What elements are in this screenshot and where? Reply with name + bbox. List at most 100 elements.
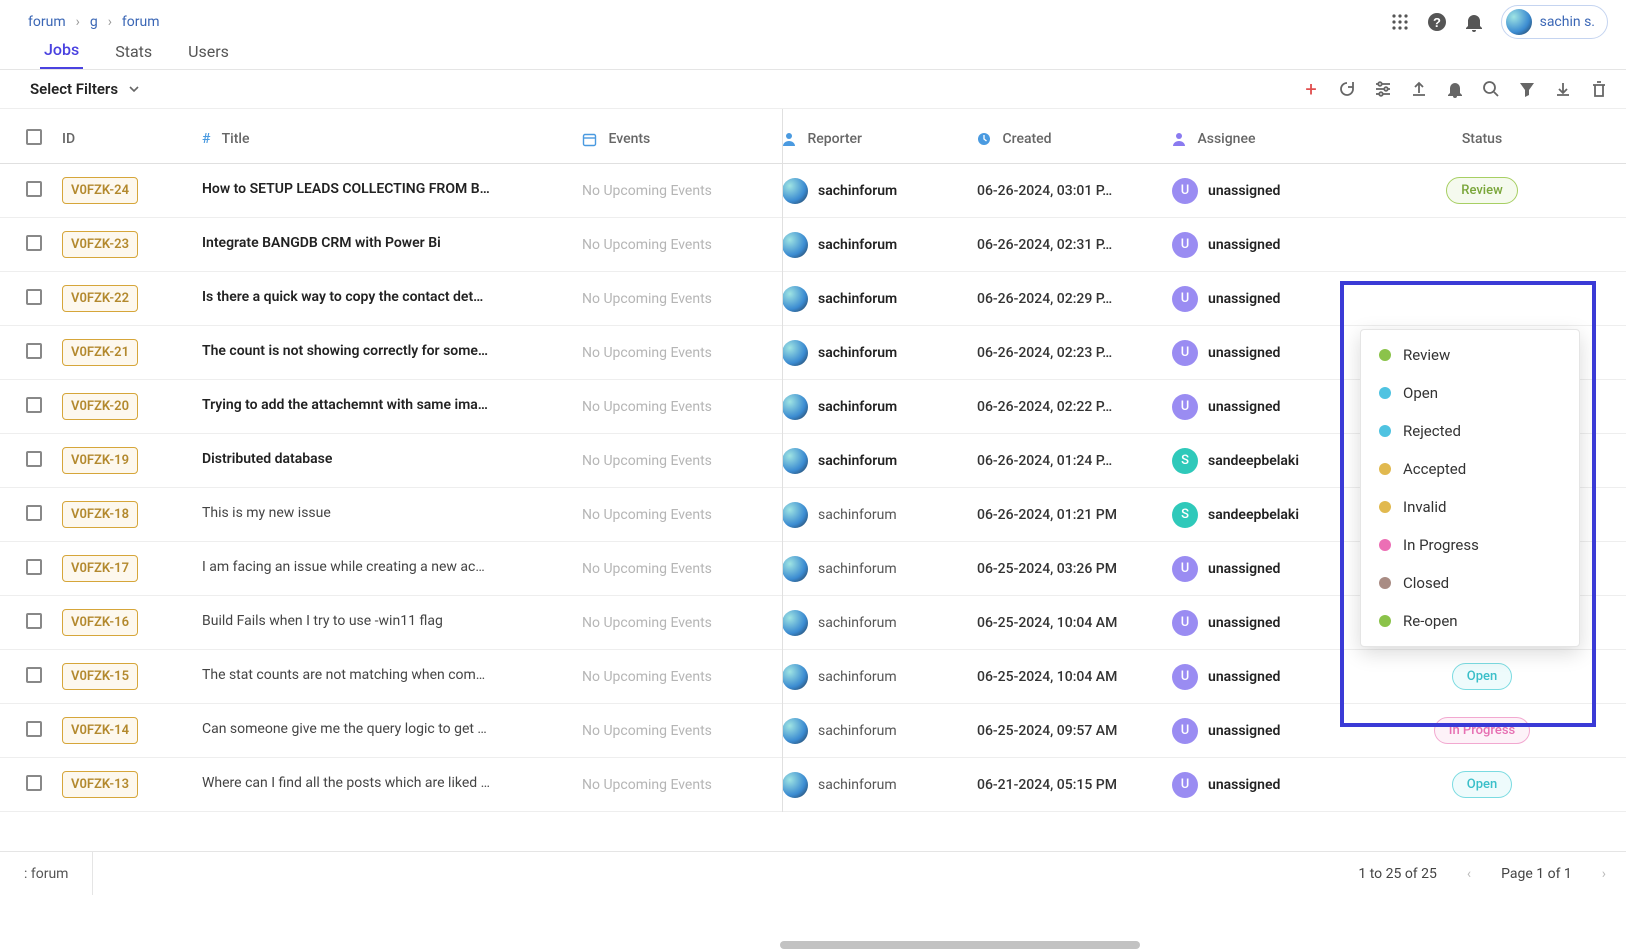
- row-title[interactable]: How to SETUP LEADS COLLECTING FROM B…: [202, 181, 490, 197]
- row-checkbox[interactable]: [26, 559, 42, 575]
- assignee-name[interactable]: sandeepbelaki: [1208, 453, 1299, 469]
- status-pill[interactable]: Review: [1446, 177, 1517, 204]
- breadcrumb-item[interactable]: forum: [122, 14, 160, 30]
- status-option[interactable]: Invalid: [1361, 488, 1579, 526]
- assignee-name[interactable]: unassigned: [1208, 723, 1280, 739]
- id-badge[interactable]: V0FZK-19: [62, 447, 138, 474]
- status-option[interactable]: Re-open: [1361, 602, 1579, 640]
- filter-icon[interactable]: [1518, 80, 1536, 98]
- row-checkbox[interactable]: [26, 721, 42, 737]
- row-checkbox[interactable]: [26, 289, 42, 305]
- bell-icon[interactable]: [1465, 12, 1483, 32]
- col-status[interactable]: Status: [1392, 131, 1572, 147]
- row-title[interactable]: The count is not showing correctly for s…: [202, 343, 488, 359]
- row-title[interactable]: Build Fails when I try to use -win11 fla…: [202, 613, 443, 629]
- reporter-name[interactable]: sachinforum: [818, 669, 897, 685]
- assignee-name[interactable]: unassigned: [1208, 291, 1280, 307]
- row-checkbox[interactable]: [26, 613, 42, 629]
- id-badge[interactable]: V0FZK-14: [62, 717, 138, 744]
- assignee-name[interactable]: sandeepbelaki: [1208, 507, 1299, 523]
- reporter-name[interactable]: sachinforum: [818, 237, 897, 253]
- row-title[interactable]: This is my new issue: [202, 505, 331, 521]
- prev-page-icon[interactable]: ‹: [1467, 866, 1471, 882]
- row-title[interactable]: Distributed database: [202, 451, 332, 467]
- row-title[interactable]: Can someone give me the query logic to g…: [202, 721, 487, 737]
- row-checkbox[interactable]: [26, 235, 42, 251]
- reporter-name[interactable]: sachinforum: [818, 615, 897, 631]
- tab-users[interactable]: Users: [184, 42, 233, 69]
- tune-icon[interactable]: [1374, 80, 1392, 98]
- row-title[interactable]: Is there a quick way to copy the contact…: [202, 289, 483, 305]
- id-badge[interactable]: V0FZK-22: [62, 285, 138, 312]
- table-row[interactable]: V0FZK-22 Is there a quick way to copy th…: [0, 272, 1626, 326]
- breadcrumb-item[interactable]: g: [90, 14, 98, 30]
- row-title[interactable]: Integrate BANGDB CRM with Power Bi: [202, 235, 441, 251]
- refresh-icon[interactable]: [1338, 80, 1356, 98]
- help-icon[interactable]: ?: [1427, 12, 1447, 32]
- row-checkbox[interactable]: [26, 505, 42, 521]
- assignee-name[interactable]: unassigned: [1208, 561, 1280, 577]
- reporter-name[interactable]: sachinforum: [818, 561, 897, 577]
- add-icon[interactable]: +: [1302, 80, 1320, 98]
- download-icon[interactable]: [1554, 80, 1572, 98]
- apps-icon[interactable]: [1391, 13, 1409, 31]
- id-badge[interactable]: V0FZK-20: [62, 393, 138, 420]
- status-option[interactable]: In Progress: [1361, 526, 1579, 564]
- id-badge[interactable]: V0FZK-18: [62, 501, 138, 528]
- row-checkbox[interactable]: [26, 775, 42, 791]
- status-dropdown[interactable]: ReviewOpenRejectedAcceptedInvalidIn Prog…: [1360, 329, 1580, 647]
- row-checkbox[interactable]: [26, 343, 42, 359]
- table-row[interactable]: V0FZK-23 Integrate BANGDB CRM with Power…: [0, 218, 1626, 272]
- id-badge[interactable]: V0FZK-21: [62, 339, 138, 366]
- table-row[interactable]: V0FZK-24 How to SETUP LEADS COLLECTING F…: [0, 164, 1626, 218]
- footer-tab[interactable]: : forum: [0, 852, 93, 895]
- upload-icon[interactable]: [1410, 80, 1428, 98]
- tab-stats[interactable]: Stats: [111, 42, 156, 69]
- col-id[interactable]: ID: [62, 131, 202, 147]
- id-badge[interactable]: V0FZK-23: [62, 231, 138, 258]
- assignee-name[interactable]: unassigned: [1208, 237, 1280, 253]
- tab-jobs[interactable]: Jobs: [40, 40, 83, 69]
- bell-icon[interactable]: [1446, 80, 1464, 98]
- breadcrumb-item[interactable]: forum: [28, 14, 66, 30]
- reporter-name[interactable]: sachinforum: [818, 777, 897, 793]
- id-badge[interactable]: V0FZK-13: [62, 771, 138, 798]
- id-badge[interactable]: V0FZK-24: [62, 177, 138, 204]
- select-all-checkbox[interactable]: [26, 129, 42, 145]
- status-pill[interactable]: Open: [1452, 663, 1512, 690]
- status-option[interactable]: Open: [1361, 374, 1579, 412]
- status-option[interactable]: Review: [1361, 336, 1579, 374]
- reporter-name[interactable]: sachinforum: [818, 453, 897, 469]
- table-row[interactable]: V0FZK-14 Can someone give me the query l…: [0, 704, 1626, 758]
- assignee-name[interactable]: unassigned: [1208, 345, 1280, 361]
- id-badge[interactable]: V0FZK-15: [62, 663, 138, 690]
- col-events[interactable]: Events: [582, 131, 782, 147]
- reporter-name[interactable]: sachinforum: [818, 399, 897, 415]
- reporter-name[interactable]: sachinforum: [818, 183, 897, 199]
- select-filters-button[interactable]: Select Filters: [30, 80, 140, 98]
- col-created[interactable]: Created: [977, 131, 1172, 147]
- row-title[interactable]: Trying to add the attachemnt with same i…: [202, 397, 488, 413]
- status-option[interactable]: Rejected: [1361, 412, 1579, 450]
- assignee-name[interactable]: unassigned: [1208, 669, 1280, 685]
- status-option[interactable]: Accepted: [1361, 450, 1579, 488]
- id-badge[interactable]: V0FZK-17: [62, 555, 138, 582]
- row-title[interactable]: Where can I find all the posts which are…: [202, 775, 490, 791]
- status-pill[interactable]: Open: [1452, 771, 1512, 798]
- next-page-icon[interactable]: ›: [1602, 866, 1606, 882]
- row-checkbox[interactable]: [26, 451, 42, 467]
- col-title[interactable]: # Title: [202, 131, 582, 147]
- id-badge[interactable]: V0FZK-16: [62, 609, 138, 636]
- status-option[interactable]: Closed: [1361, 564, 1579, 602]
- table-row[interactable]: V0FZK-13 Where can I find all the posts …: [0, 758, 1626, 812]
- assignee-name[interactable]: unassigned: [1208, 183, 1280, 199]
- assignee-name[interactable]: unassigned: [1208, 615, 1280, 631]
- delete-icon[interactable]: [1590, 80, 1608, 98]
- col-reporter[interactable]: Reporter: [782, 131, 977, 147]
- reporter-name[interactable]: sachinforum: [818, 507, 897, 523]
- row-checkbox[interactable]: [26, 181, 42, 197]
- row-title[interactable]: The stat counts are not matching when co…: [202, 667, 485, 683]
- assignee-name[interactable]: unassigned: [1208, 777, 1280, 793]
- table-row[interactable]: V0FZK-15 The stat counts are not matchin…: [0, 650, 1626, 704]
- assignee-name[interactable]: unassigned: [1208, 399, 1280, 415]
